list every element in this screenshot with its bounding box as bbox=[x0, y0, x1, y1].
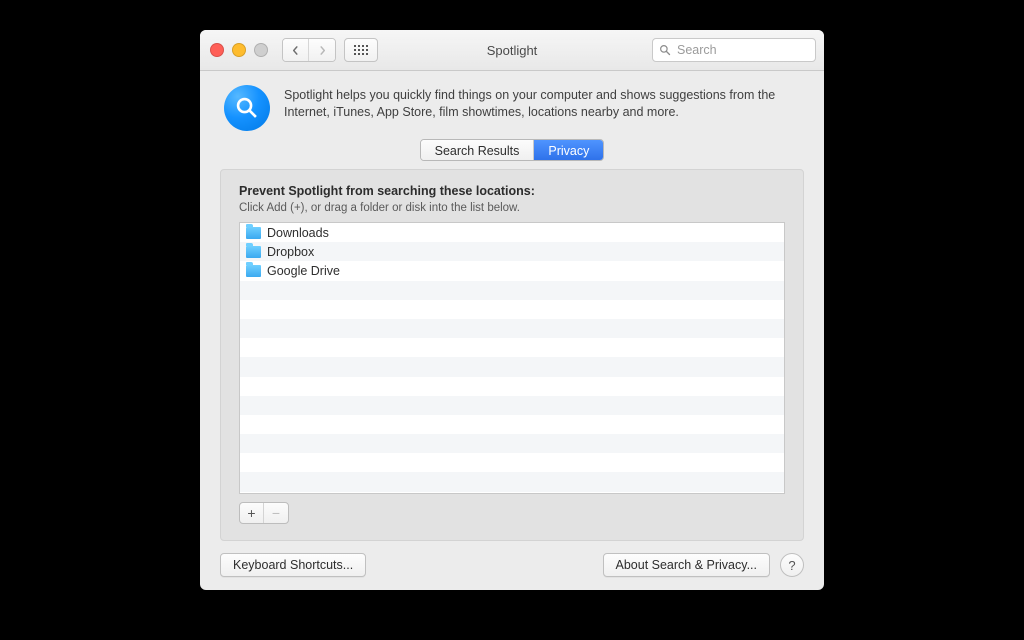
remove-button[interactable]: − bbox=[264, 503, 288, 523]
zoom-icon bbox=[254, 43, 268, 57]
folder-icon bbox=[246, 246, 261, 258]
list-item bbox=[240, 472, 784, 491]
list-item bbox=[240, 396, 784, 415]
back-button[interactable] bbox=[283, 39, 309, 61]
search-field[interactable] bbox=[652, 38, 816, 62]
tab-privacy[interactable]: Privacy bbox=[534, 140, 603, 160]
preferences-window: Spotlight Spotlight helps you quickly fi… bbox=[200, 30, 824, 590]
search-input[interactable] bbox=[675, 42, 809, 58]
list-item bbox=[240, 300, 784, 319]
list-item-label: Google Drive bbox=[267, 264, 340, 278]
list-item[interactable]: Google Drive bbox=[240, 261, 784, 280]
privacy-panel: Prevent Spotlight from searching these l… bbox=[220, 169, 804, 541]
list-item bbox=[240, 319, 784, 338]
add-button[interactable]: + bbox=[240, 503, 264, 523]
forward-button[interactable] bbox=[309, 39, 335, 61]
window-controls bbox=[210, 43, 268, 57]
folder-icon bbox=[246, 265, 261, 277]
keyboard-shortcuts-button[interactable]: Keyboard Shortcuts... bbox=[220, 553, 366, 577]
search-icon bbox=[659, 44, 671, 56]
locations-list[interactable]: Downloads Dropbox Google Drive bbox=[239, 222, 785, 494]
footer: Keyboard Shortcuts... About Search & Pri… bbox=[200, 553, 824, 590]
list-item bbox=[240, 357, 784, 376]
close-icon[interactable] bbox=[210, 43, 224, 57]
list-item bbox=[240, 281, 784, 300]
tabs: Search Results Privacy bbox=[200, 139, 824, 161]
header: Spotlight helps you quickly find things … bbox=[200, 71, 824, 139]
list-item[interactable]: Downloads bbox=[240, 223, 784, 242]
list-item bbox=[240, 434, 784, 453]
list-item[interactable]: Dropbox bbox=[240, 242, 784, 261]
list-item-label: Downloads bbox=[267, 226, 329, 240]
about-button[interactable]: About Search & Privacy... bbox=[603, 553, 771, 577]
grid-icon bbox=[354, 45, 368, 55]
list-item bbox=[240, 415, 784, 434]
header-description: Spotlight helps you quickly find things … bbox=[284, 87, 800, 121]
folder-icon bbox=[246, 227, 261, 239]
panel-hint: Click Add (+), or drag a folder or disk … bbox=[239, 202, 785, 214]
add-remove-controls: + − bbox=[239, 502, 289, 524]
nav-back-forward bbox=[282, 38, 336, 62]
help-button[interactable]: ? bbox=[780, 553, 804, 577]
list-item bbox=[240, 377, 784, 396]
tab-search-results[interactable]: Search Results bbox=[421, 140, 535, 160]
show-all-button[interactable] bbox=[344, 38, 378, 62]
list-item-label: Dropbox bbox=[267, 245, 314, 259]
list-item bbox=[240, 453, 784, 472]
spotlight-icon bbox=[224, 85, 270, 131]
list-item bbox=[240, 338, 784, 357]
panel-heading: Prevent Spotlight from searching these l… bbox=[239, 184, 785, 198]
titlebar: Spotlight bbox=[200, 30, 824, 71]
minimize-icon[interactable] bbox=[232, 43, 246, 57]
